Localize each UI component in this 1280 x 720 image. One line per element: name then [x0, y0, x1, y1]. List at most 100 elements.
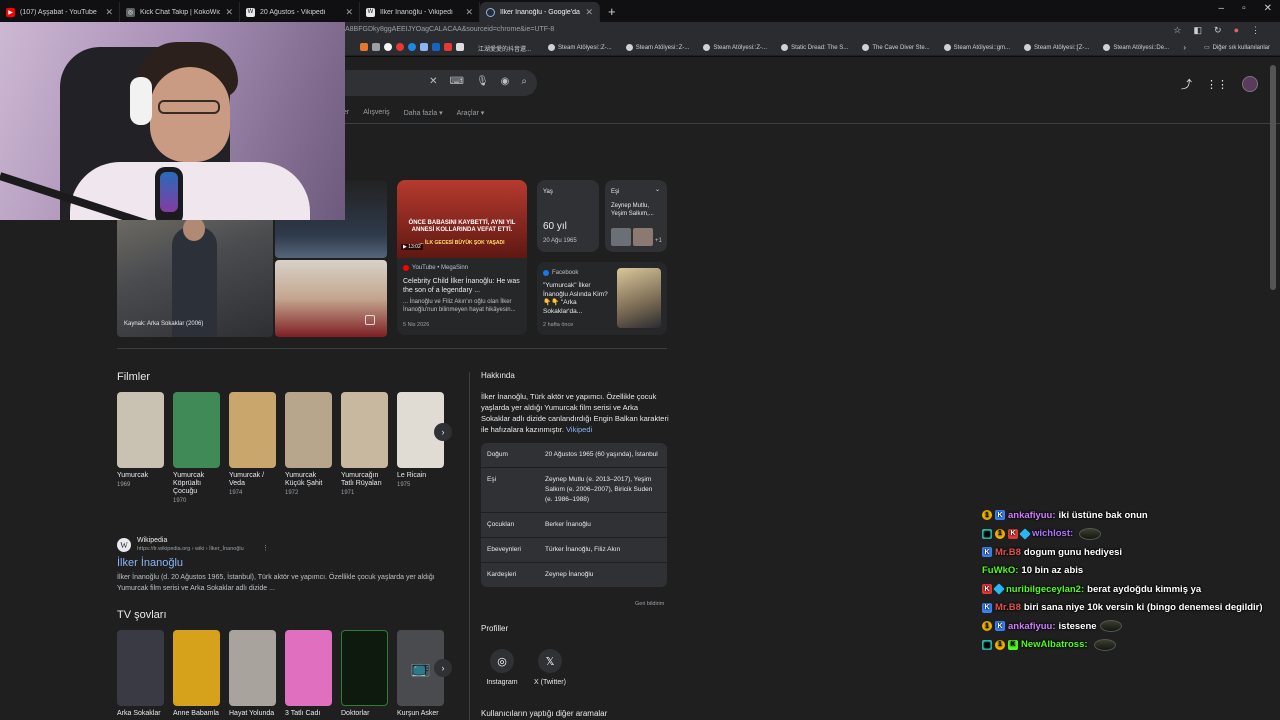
- url-field[interactable]: A8BFGDky8ggAEEIJYOagCALACAA&sourceid=chr…: [345, 26, 554, 33]
- tab-more[interactable]: Daha fazla ▾: [404, 109, 443, 117]
- bookmark-item[interactable]: Steam Atölyesi::De...: [1103, 44, 1169, 51]
- tab-google-search[interactable]: İlker İnanoğlu - Google'da Ara ✕: [480, 2, 600, 22]
- tab-label: Kick Chat Takip | KokoWich: [140, 8, 221, 16]
- microphone-icon[interactable]: 🎙: [476, 76, 489, 87]
- film-year: 1971: [341, 490, 355, 496]
- close-icon[interactable]: ✕: [585, 7, 593, 18]
- refresh-icon[interactable]: ↻: [1214, 25, 1222, 36]
- bookmark-icon[interactable]: [408, 43, 416, 51]
- bookmark-cjk[interactable]: 江湖愛愛的抖音還...: [478, 44, 531, 53]
- bookmark-icon[interactable]: [360, 43, 368, 51]
- wiki-source-link[interactable]: Vikipedi: [566, 425, 592, 434]
- tab-wiki-ilker[interactable]: W İlker İnanoğlu - Vikipedi ✕: [360, 2, 480, 22]
- avatar[interactable]: [1242, 76, 1258, 92]
- bookmark-icon[interactable]: [420, 43, 428, 51]
- profile-icon[interactable]: ●: [1234, 25, 1239, 36]
- apps-grid-icon[interactable]: ⋮⋮: [1206, 78, 1228, 91]
- fact-value[interactable]: Türker İnanoğlu, Filiz Akın: [545, 545, 620, 555]
- tv-poster: [341, 630, 388, 706]
- minimize-icon[interactable]: –: [1219, 3, 1225, 14]
- bookmark-icon[interactable]: [372, 43, 380, 51]
- spouse-card[interactable]: Eşi ⌄ Zeynep Mutlu, Yeşim Salkım,... +1: [605, 180, 667, 252]
- steam-icon: [862, 44, 870, 51]
- card-date: 5 Nis 2026: [403, 322, 430, 328]
- tv-item[interactable]: Doktorlar: [341, 630, 391, 717]
- other-bookmarks[interactable]: ▭ Diğer sık kullanılanlar: [1204, 44, 1270, 52]
- about-text: İlker İnanoğlu, Türk aktör ve yapımcı. Ö…: [481, 392, 669, 434]
- bookmark-item[interactable]: Steam Atölyesi::Z-...: [703, 44, 767, 51]
- age-card[interactable]: Yaş 60 yıl 20 Ağu 1965: [537, 180, 599, 252]
- menu-icon[interactable]: ⋮: [1251, 25, 1260, 36]
- film-item[interactable]: Yumurcak / Veda 1974: [229, 392, 279, 496]
- film-item[interactable]: Yumurcak 1969: [117, 392, 167, 488]
- gallery-icon[interactable]: [365, 315, 375, 325]
- fact-value[interactable]: Zeynep İnanoğlu: [545, 570, 593, 580]
- scrollbar[interactable]: [1270, 65, 1276, 290]
- bookmark-icon[interactable]: [444, 43, 452, 51]
- tv-next-button[interactable]: ›: [434, 659, 452, 677]
- close-icon[interactable]: ✕: [225, 7, 233, 18]
- film-item[interactable]: Yumurcak Köprüaltı Çocuğu 1970: [173, 392, 223, 504]
- chat-username: NewAlbatross:: [1021, 639, 1088, 651]
- profile-instagram[interactable]: ◎ Instagram: [483, 649, 521, 686]
- bookmark-item[interactable]: The Cave Diver Ste...: [862, 44, 930, 51]
- profile-twitter[interactable]: 𝕏 X (Twitter): [530, 649, 570, 686]
- bookmark-item[interactable]: Steam Atölyesi::[Z-...: [1024, 44, 1089, 51]
- bookmark-item[interactable]: Steam Atölyesi::Z-...: [625, 44, 689, 51]
- keyboard-icon[interactable]: ⌨: [450, 76, 464, 87]
- close-window-icon[interactable]: ✕: [1264, 3, 1272, 14]
- image-tile[interactable]: [275, 260, 387, 337]
- tv-item[interactable]: 3 Tatlı Cadı: [285, 630, 335, 717]
- film-item[interactable]: Yumurcak Küçük Şahit 1972: [285, 392, 335, 496]
- more-options-icon[interactable]: ⋮: [262, 544, 269, 552]
- close-icon[interactable]: ✕: [465, 7, 473, 18]
- close-icon[interactable]: ✕: [105, 7, 113, 18]
- share-icon[interactable]: ⤴: [1181, 76, 1192, 92]
- tab-youtube[interactable]: ▶ (107) Aşşabat - YouTube ✕: [0, 2, 120, 22]
- tab-shopping[interactable]: Alışveriş: [363, 109, 389, 117]
- lens-icon[interactable]: ◉: [501, 76, 510, 87]
- bookmark-item[interactable]: Steam Atölyesi::Z-...: [548, 44, 612, 51]
- kick-badge-icon: K: [982, 602, 992, 613]
- chevron-down-icon[interactable]: ⌄: [655, 186, 660, 194]
- search-icon[interactable]: ⌕: [521, 76, 527, 87]
- fact-value[interactable]: Berker İnanoğlu: [545, 520, 591, 530]
- bookmark-icon[interactable]: [456, 43, 464, 51]
- image-main[interactable]: [117, 217, 273, 337]
- result-title-link[interactable]: İlker İnanoğlu: [117, 557, 183, 569]
- tab-kokowich[interactable]: ◎ Kick Chat Takip | KokoWich ✕: [120, 2, 240, 22]
- tab-label: 20 Ağustos - Vikipedi: [260, 8, 326, 16]
- restore-icon[interactable]: ▫: [1242, 3, 1246, 14]
- bookmark-item[interactable]: Steam Atölyesi::gm...: [943, 44, 1010, 51]
- bookmark-icon[interactable]: [396, 43, 404, 51]
- bookmark-item[interactable]: Static Dread: The S...: [781, 44, 848, 51]
- bookmark-icon[interactable]: [384, 43, 392, 51]
- tab-wiki-20-agustos[interactable]: W 20 Ağustos - Vikipedi ✕: [240, 2, 360, 22]
- new-tab-icon[interactable]: +: [608, 4, 616, 19]
- facebook-card[interactable]: Facebook "Yumurcak" İlker İnanoğlu Aslın…: [537, 262, 667, 335]
- tab-tools[interactable]: Araçlar ▾: [457, 109, 485, 117]
- youtube-card[interactable]: ÖNCE BABASINI KAYBETTİ, AYNI YIL ANNESİ …: [397, 180, 527, 335]
- spouse-names: Zeynep Mutlu, Yeşim Salkım,...: [611, 203, 654, 217]
- star-icon[interactable]: ☆: [1173, 25, 1181, 36]
- clear-icon[interactable]: ✕: [429, 76, 437, 87]
- tv-item[interactable]: Arka Sokaklar: [117, 630, 167, 717]
- film-item[interactable]: Yumurcağın Tatlı Rüyaları 1971: [341, 392, 391, 496]
- multi-badge-icon: ▦: [982, 639, 992, 650]
- microphone-light: [160, 172, 178, 212]
- kick-badge-icon: K: [982, 547, 992, 558]
- search-box[interactable]: ✕ ⌨ 🎙 ◉ ⌕: [330, 70, 537, 96]
- feedback-link[interactable]: Geri bildirim: [635, 601, 664, 607]
- close-icon[interactable]: ✕: [345, 7, 353, 18]
- tv-item[interactable]: Anne Babamla: [173, 630, 223, 717]
- fact-value[interactable]: Zeynep Mutlu (e. 2013–2017), Yeşim Salkı…: [545, 475, 661, 505]
- chat-username: ankafiyuu:: [1008, 509, 1056, 521]
- tab-label: (107) Aşşabat - YouTube: [20, 8, 97, 16]
- chevron-right-icon[interactable]: ›: [1183, 43, 1186, 52]
- tv-item[interactable]: Hayat Yolunda: [229, 630, 279, 717]
- bookmark-icon[interactable]: [432, 43, 440, 51]
- films-next-button[interactable]: ›: [434, 423, 452, 441]
- card-source: YouTube • MegaSinn: [403, 265, 468, 271]
- fact-value[interactable]: 20 Ağustos 1965 (60 yaşında), İstanbul: [545, 450, 658, 460]
- extensions-icon[interactable]: ◧: [1194, 25, 1203, 36]
